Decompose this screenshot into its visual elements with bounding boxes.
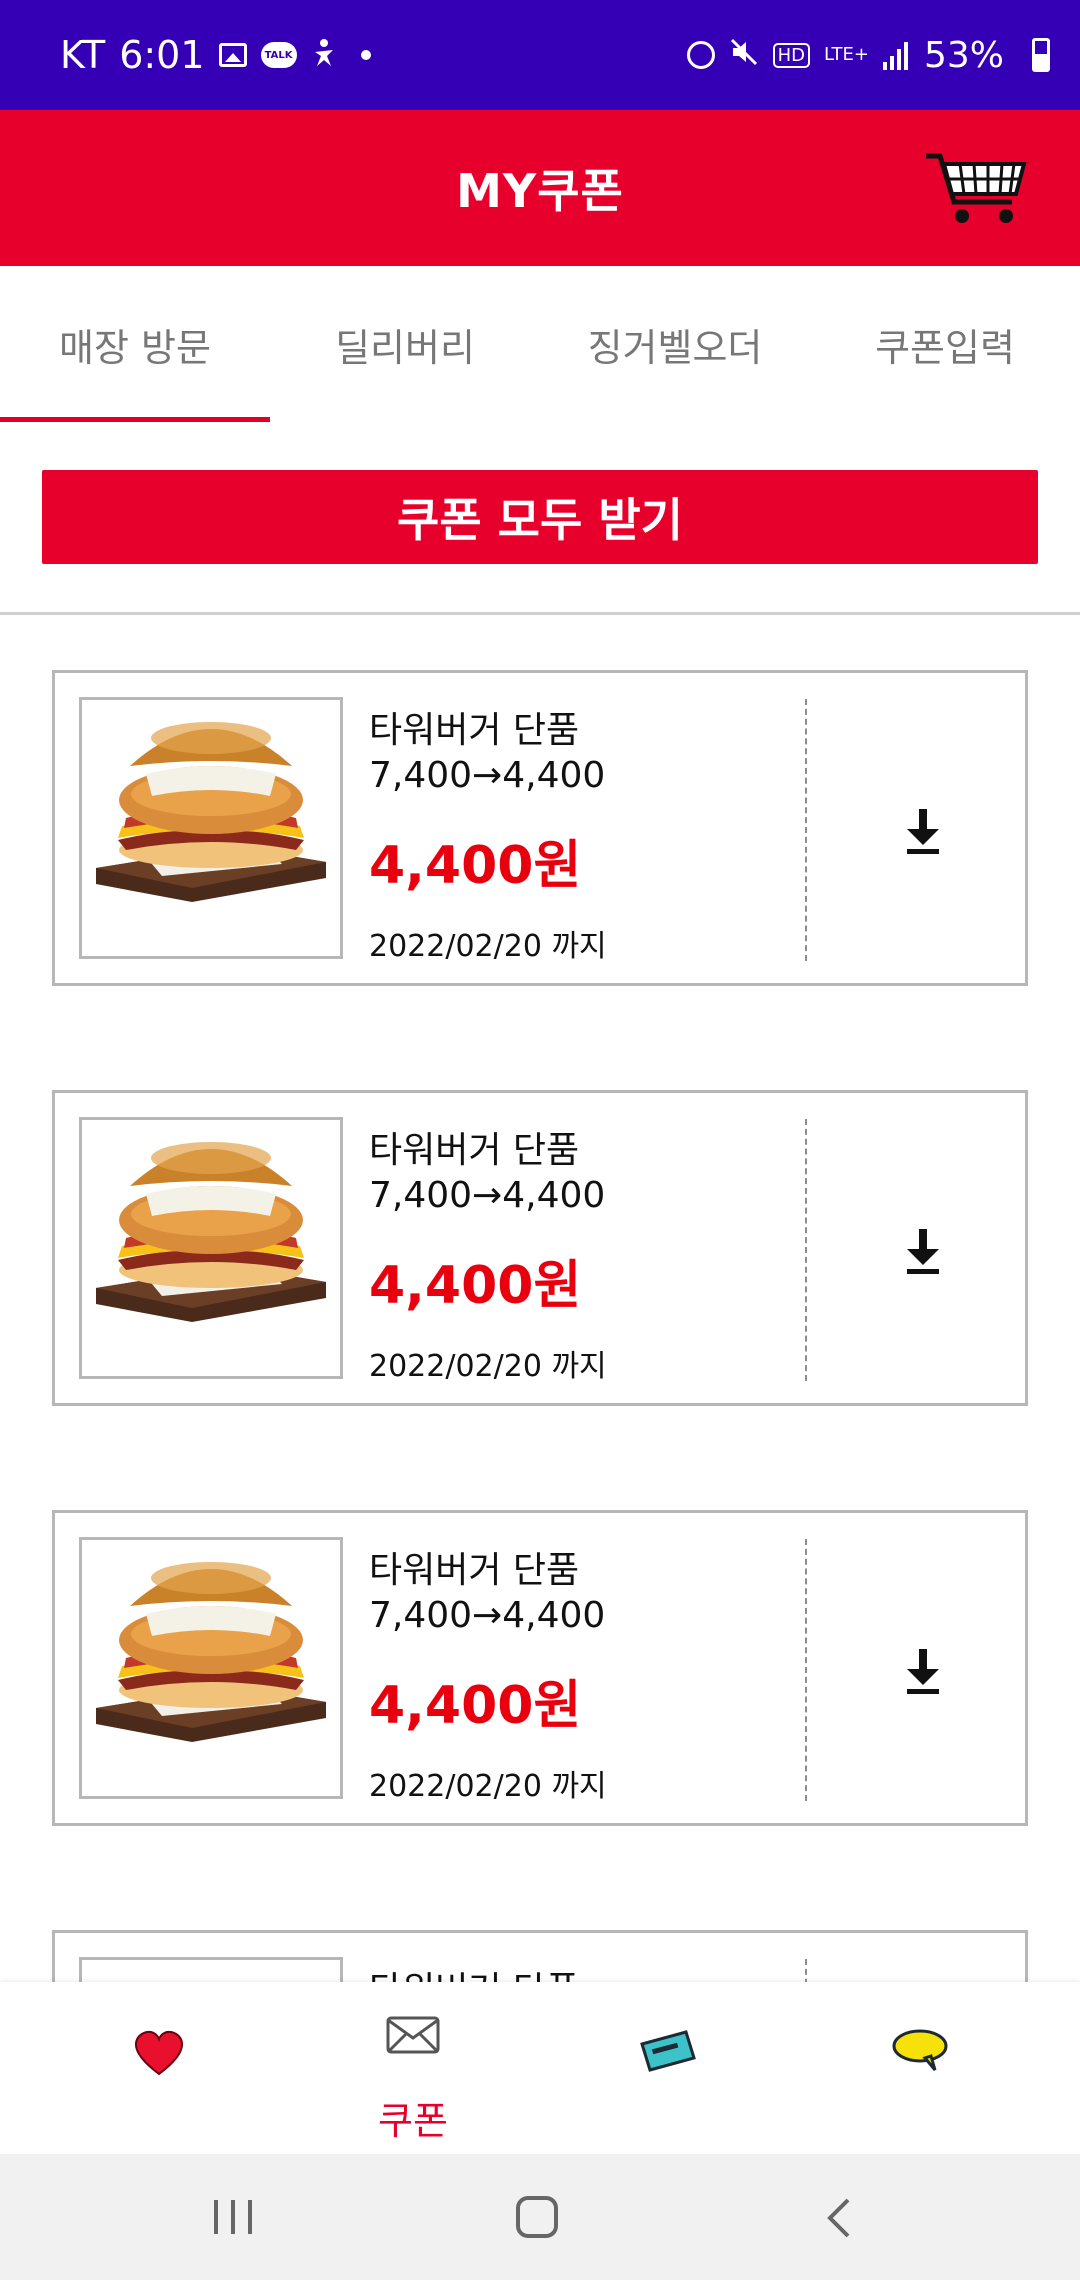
card-icon: [640, 2030, 696, 2072]
coupon-expiry: 2022/02/20 까지: [369, 929, 607, 964]
tab-zingerbell-order[interactable]: 징거벨오더: [540, 266, 810, 422]
coupon-price-change: 7,400→4,400: [369, 1175, 606, 1216]
download-icon: [907, 1229, 939, 1274]
coupon-sale-price: 4,400원: [369, 836, 582, 896]
mute-icon: [729, 37, 759, 73]
coupon-name: 타워버거 단품: [369, 1130, 580, 1171]
download-icon: [907, 809, 939, 854]
battery-percent: 53%: [923, 34, 1004, 76]
cart-icon: [926, 153, 1027, 223]
coupon-price-change: 7,400→4,400: [369, 1595, 606, 1636]
get-all-coupons-button[interactable]: 쿠폰 모두 받기: [42, 470, 1038, 564]
coupon-sale-price: 4,400원: [369, 1676, 582, 1736]
coupon-expiry: 2022/02/20 까지: [369, 1349, 607, 1384]
download-icon: [907, 1649, 939, 1694]
tab-delivery[interactable]: 딜리버리: [270, 266, 540, 422]
nav-favorites[interactable]: [25, 1982, 295, 2154]
status-bar: KT 6:01 TALK HD LTE+ 53%: [0, 0, 1080, 110]
download-button[interactable]: [895, 1643, 951, 1699]
divider: [0, 612, 1080, 615]
status-bar-right: HD LTE+: [686, 0, 908, 110]
coupon-name: 타워버거 단품: [369, 710, 580, 751]
heart-icon: [134, 2030, 184, 2076]
signal-icon: [883, 40, 908, 70]
download-button[interactable]: [895, 803, 951, 859]
coupon-sale-price: 4,400원: [369, 1256, 582, 1316]
burger-image: [79, 1537, 343, 1799]
tab-store-visit[interactable]: 매장 방문: [0, 266, 270, 422]
coupon-tabs: 매장 방문 딜리버리 징거벨오더 쿠폰입력: [0, 266, 1080, 422]
clock: 6:01: [119, 33, 205, 77]
hd-icon: HD: [772, 42, 810, 68]
speech-bubble-icon: [892, 2029, 948, 2071]
bottom-nav: 쿠폰: [0, 1982, 1080, 2154]
download-button[interactable]: [895, 1223, 951, 1279]
nav-coupons-label: 쿠폰: [378, 2099, 448, 2143]
coupon-card[interactable]: 타워버거 단품 7,400→4,400 4,400원 2022/02/20 까지: [52, 1090, 1028, 1406]
coupon-name: 타워버거 단품: [369, 1550, 580, 1591]
cart-button[interactable]: [924, 150, 1028, 228]
app-header: MY쿠폰: [0, 110, 1080, 266]
coupon-price-change: 7,400→4,400: [369, 755, 606, 796]
gallery-icon: [218, 43, 247, 67]
coupon-card[interactable]: 타워버거 단품 7,400→4,400 4,400원 2022/02/20 까지: [52, 670, 1028, 986]
coupon-separator: [805, 1539, 807, 1801]
battery-level: 53%: [924, 0, 1030, 110]
coupon-card[interactable]: 타워버거 단품 7,400→4,400 4,400원 2022/02/20 까지: [52, 1510, 1028, 1826]
notification-dot-icon: [360, 50, 371, 60]
recents-icon[interactable]: [210, 2196, 256, 2238]
burger-image: [79, 697, 343, 959]
burger-image: [79, 1117, 343, 1379]
coupon-expiry: 2022/02/20 까지: [369, 1769, 607, 1804]
kakaotalk-icon: TALK: [260, 42, 297, 68]
battery-icon: [1032, 38, 1050, 72]
tab-coupon-entry[interactable]: 쿠폰입력: [810, 266, 1080, 422]
lte-icon: LTE+: [824, 44, 869, 65]
carrier-label: KT: [60, 33, 106, 77]
nav-coupons[interactable]: 쿠폰: [278, 1982, 548, 2154]
nav-chat[interactable]: [785, 1982, 1055, 2154]
alarm-icon: [686, 41, 715, 69]
nav-card[interactable]: [532, 1982, 802, 2154]
home-icon[interactable]: [514, 2194, 560, 2240]
coupon-separator: [805, 1119, 807, 1381]
back-icon[interactable]: [822, 2196, 856, 2240]
envelope-icon: [386, 2016, 440, 2054]
page-title: MY쿠폰: [456, 164, 624, 218]
status-bar-left: KT 6:01 TALK: [60, 0, 371, 110]
accessibility-icon: [311, 33, 337, 77]
coupon-separator: [805, 699, 807, 961]
system-navigation-bar: [0, 2154, 1080, 2280]
